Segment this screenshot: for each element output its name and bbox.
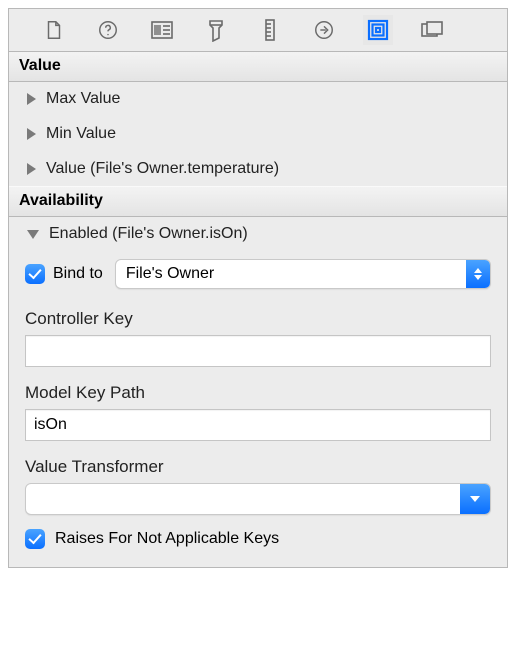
- raises-checkbox[interactable]: [25, 529, 45, 549]
- bind-to-popup[interactable]: File's Owner: [115, 259, 491, 289]
- row-enabled[interactable]: Enabled (File's Owner.isOn): [9, 217, 507, 251]
- inspector-toolbar: [9, 9, 507, 52]
- raises-label: Raises For Not Applicable Keys: [55, 530, 279, 548]
- row-max-value[interactable]: Max Value: [9, 82, 507, 116]
- updown-icon: [466, 260, 490, 288]
- controller-key-label: Controller Key: [25, 303, 491, 335]
- availability-rows: Enabled (File's Owner.isOn) Bind to File…: [9, 217, 507, 567]
- bind-to-checkbox[interactable]: [25, 264, 45, 284]
- row-label: Min Value: [46, 125, 497, 143]
- chevron-down-icon: [27, 230, 39, 239]
- bind-to-label: Bind to: [53, 265, 103, 283]
- bindings-inspector-panel: Value Max Value Min Value Value (File's …: [8, 8, 508, 568]
- value-rows: Max Value Min Value Value (File's Owner.…: [9, 82, 507, 186]
- enabled-binding-detail: Bind to File's Owner Controller Key Mode…: [9, 251, 507, 567]
- identity-icon[interactable]: [147, 15, 177, 45]
- model-key-path-label: Model Key Path: [25, 377, 491, 409]
- file-icon[interactable]: [39, 15, 69, 45]
- bind-to-line: Bind to File's Owner: [25, 257, 491, 303]
- size-icon[interactable]: [255, 15, 285, 45]
- section-title: Availability: [19, 192, 103, 209]
- row-label: Enabled (File's Owner.isOn): [49, 225, 497, 243]
- section-header-availability: Availability: [9, 186, 507, 217]
- bind-to-value: File's Owner: [116, 265, 466, 283]
- model-key-path-field[interactable]: [25, 409, 491, 441]
- effects-icon[interactable]: [417, 15, 447, 45]
- chevron-right-icon: [27, 93, 36, 105]
- chevron-right-icon: [27, 163, 36, 175]
- value-transformer-label: Value Transformer: [25, 451, 491, 483]
- row-label: Value (File's Owner.temperature): [46, 160, 497, 178]
- value-transformer-value: [26, 484, 460, 514]
- controller-key-field[interactable]: [25, 335, 491, 367]
- bindings-icon[interactable]: [363, 15, 393, 45]
- raises-row: Raises For Not Applicable Keys: [25, 515, 491, 555]
- connections-icon[interactable]: [309, 15, 339, 45]
- section-title: Value: [19, 57, 61, 74]
- row-min-value[interactable]: Min Value: [9, 116, 507, 151]
- row-label: Max Value: [46, 90, 497, 108]
- chevron-down-icon: [460, 484, 490, 514]
- chevron-right-icon: [27, 128, 36, 140]
- attributes-icon[interactable]: [201, 15, 231, 45]
- value-transformer-combo[interactable]: [25, 483, 491, 515]
- section-header-value: Value: [9, 52, 507, 82]
- row-value[interactable]: Value (File's Owner.temperature): [9, 151, 507, 186]
- help-icon[interactable]: [93, 15, 123, 45]
